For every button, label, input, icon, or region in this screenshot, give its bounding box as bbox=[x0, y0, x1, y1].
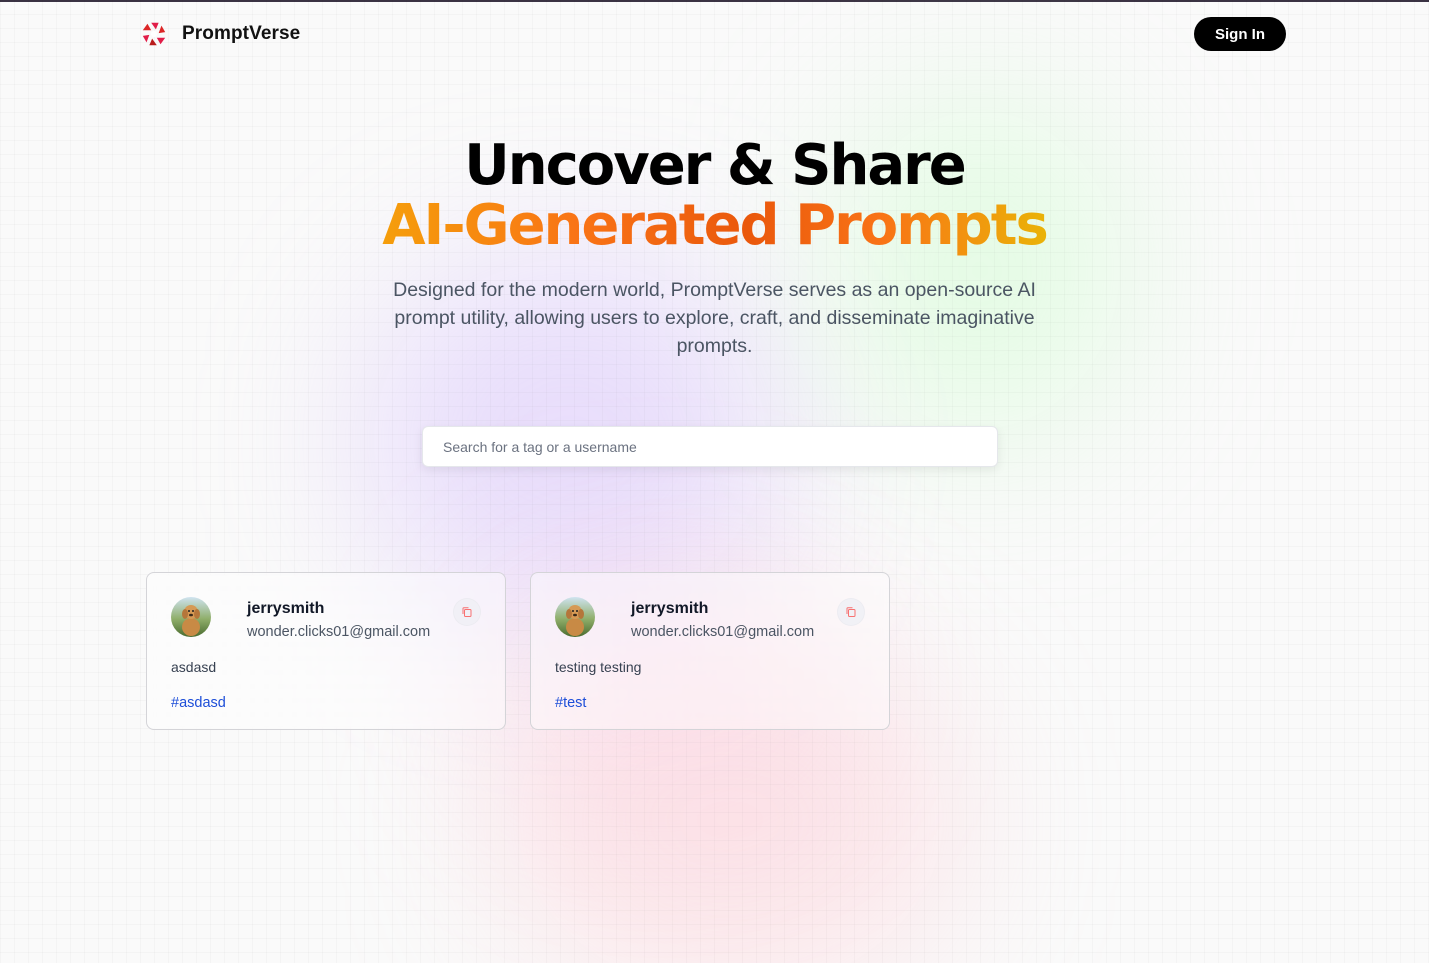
brand-home-link[interactable]: PromptVerse bbox=[140, 20, 300, 48]
dog-avatar-icon bbox=[555, 597, 595, 637]
brand-name: PromptVerse bbox=[182, 23, 301, 44]
hero-title-line1: Uncover & Share bbox=[464, 133, 967, 198]
user-email: wonder.clicks01@gmail.com bbox=[631, 624, 815, 640]
promptverse-logo-icon bbox=[142, 22, 166, 46]
prompt-card: jerrysmith wonder.clicks01@gmail.com tes… bbox=[530, 572, 890, 730]
top-navbar: PromptVerse Sign In bbox=[140, 14, 1286, 54]
hero-title: Uncover & Share AI-Generated Prompts bbox=[0, 136, 1429, 256]
copy-icon bbox=[462, 607, 472, 617]
hero-description: Designed for the modern world, PromptVer… bbox=[393, 279, 1036, 357]
prompt-tag[interactable]: #asdasd bbox=[171, 695, 226, 711]
username: jerrysmith bbox=[631, 600, 709, 617]
user-info[interactable]: jerrysmith wonder.clicks01@gmail.com bbox=[247, 599, 430, 642]
prompt-text: testing testing bbox=[555, 659, 642, 675]
prompt-tag[interactable]: #test bbox=[555, 695, 586, 711]
username: jerrysmith bbox=[247, 600, 325, 617]
hero-title-line2: AI-Generated Prompts bbox=[382, 193, 1049, 258]
search-form bbox=[422, 426, 998, 467]
prompt-card: jerrysmith wonder.clicks01@gmail.com asd… bbox=[146, 572, 506, 730]
prompt-text: asdasd bbox=[171, 659, 217, 675]
copy-button[interactable] bbox=[453, 598, 481, 626]
sign-in-button[interactable]: Sign In bbox=[1194, 17, 1286, 51]
hero-section: Uncover & Share AI-Generated Prompts Des… bbox=[0, 136, 1429, 360]
window-top-border bbox=[0, 0, 1429, 2]
search-input[interactable] bbox=[423, 427, 997, 466]
copy-button[interactable] bbox=[837, 598, 865, 626]
user-avatar[interactable] bbox=[171, 597, 211, 637]
user-info[interactable]: jerrysmith wonder.clicks01@gmail.com bbox=[631, 599, 814, 642]
user-avatar[interactable] bbox=[555, 597, 595, 637]
dog-avatar-icon bbox=[171, 597, 211, 637]
user-email: wonder.clicks01@gmail.com bbox=[247, 624, 431, 640]
copy-icon bbox=[846, 607, 856, 617]
